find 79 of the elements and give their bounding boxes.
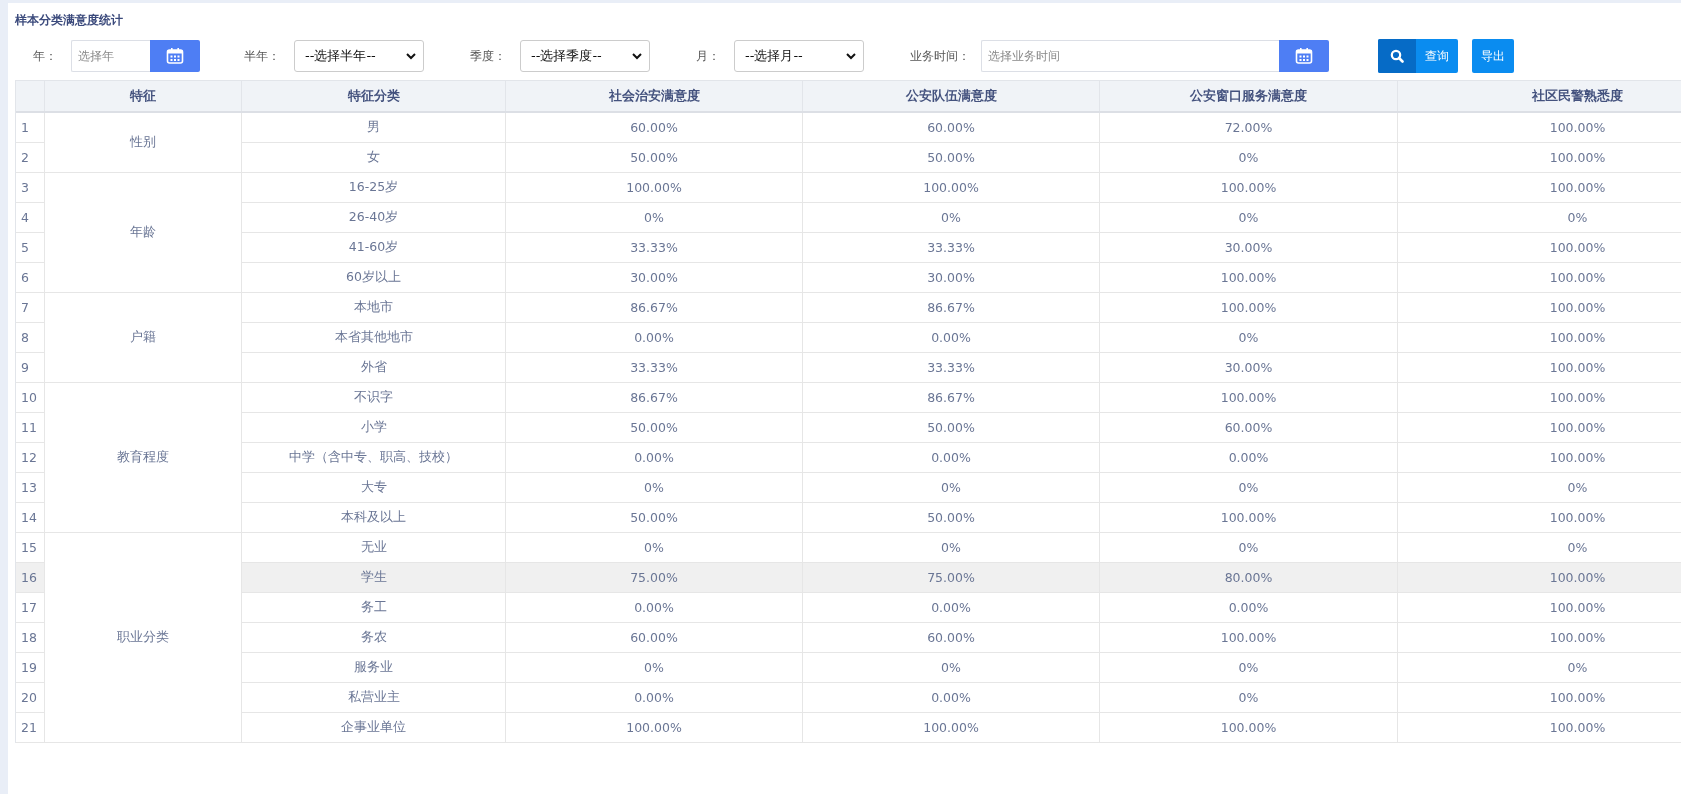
row-number: 18 <box>16 623 45 653</box>
row-number: 10 <box>16 383 45 413</box>
dropdown-field[interactable]: --选择季度-- <box>520 40 650 72</box>
table-row[interactable]: 26-40岁 0% 0% 0% 0% <box>242 203 1681 233</box>
row-number: 21 <box>16 713 45 743</box>
table-cell: 职业分类 <box>45 533 242 743</box>
row-number: 15 <box>16 533 45 563</box>
table-row[interactable]: 私营业主 0.00% 0.00% 0% 100.00% <box>242 683 1681 713</box>
filter-label: 季度： <box>470 47 506 65</box>
table-row[interactable]: 务工 0.00% 0.00% 0.00% 100.00% <box>242 593 1681 623</box>
table-cell: 年龄 <box>45 173 242 293</box>
table-row[interactable]: 60岁以上 30.00% 30.00% 100.00% 100.00% <box>242 263 1681 293</box>
column-header: 特征分类 <box>242 81 506 111</box>
row-number: 5 <box>16 233 45 263</box>
column-header: 社会治安满意度 <box>506 81 803 111</box>
filter-label: 业务时间： <box>910 47 970 65</box>
export-button[interactable]: 导出 <box>1472 39 1514 73</box>
row-number: 1 <box>16 113 45 143</box>
table-row[interactable]: 外省 33.33% 33.33% 30.00% 100.00% <box>242 353 1681 383</box>
table-row[interactable]: 服务业 0% 0% 0% 0% <box>242 653 1681 683</box>
table-cell: 100.00% <box>1100 713 1398 743</box>
row-number: 6 <box>16 263 45 293</box>
table-cell: 100.00% <box>803 713 1100 743</box>
row-number: 7 <box>16 293 45 323</box>
table-row[interactable]: 学生 75.00% 75.00% 80.00% 100.00% <box>242 563 1681 593</box>
filter-label: 半年： <box>244 47 280 65</box>
table-row[interactable]: 中学（含中专、职高、技校） 0.00% 0.00% 0.00% 100.00% <box>242 443 1681 473</box>
row-number: 12 <box>16 443 45 473</box>
row-number: 16 <box>16 563 45 593</box>
column-header: 社区民警熟悉度 <box>1398 81 1681 111</box>
table-row[interactable]: 16-25岁 100.00% 100.00% 100.00% 100.00% <box>242 173 1681 203</box>
dropdown-field[interactable]: --选择半年-- <box>294 40 424 72</box>
column-header: 特征 <box>45 81 242 111</box>
calendar-button[interactable] <box>150 40 200 72</box>
table-row[interactable]: 本省其他地市 0.00% 0.00% 0% 100.00% <box>242 323 1681 353</box>
table-row[interactable]: 小学 50.00% 50.00% 60.00% 100.00% <box>242 413 1681 443</box>
table-row[interactable]: 本地市 86.67% 86.67% 100.00% 100.00% <box>242 293 1681 323</box>
chevron-down-icon <box>406 52 416 60</box>
column-header: 公安窗口服务满意度 <box>1100 81 1398 111</box>
column-header: 公安队伍满意度 <box>803 81 1100 111</box>
calendar-icon <box>1295 47 1313 65</box>
table-row[interactable]: 不识字 86.67% 86.67% 100.00% 100.00% <box>242 383 1681 413</box>
calendar-icon <box>166 47 184 65</box>
row-number: 9 <box>16 353 45 383</box>
row-number: 11 <box>16 413 45 443</box>
row-number: 3 <box>16 173 45 203</box>
chevron-down-icon <box>632 52 642 60</box>
filter-label: 年： <box>33 47 57 65</box>
table-cell: 100.00% <box>1398 713 1681 743</box>
row-number: 17 <box>16 593 45 623</box>
table-row[interactable]: 务农 60.00% 60.00% 100.00% 100.00% <box>242 623 1681 653</box>
row-number: 4 <box>16 203 45 233</box>
search-icon <box>1390 49 1404 63</box>
chevron-down-icon <box>846 52 856 60</box>
table-row[interactable]: 本科及以上 50.00% 50.00% 100.00% 100.00% <box>242 503 1681 533</box>
page-title: 样本分类满意度统计 <box>15 12 124 29</box>
date-input[interactable]: 选择年 <box>71 40 150 72</box>
row-number: 19 <box>16 653 45 683</box>
row-number: 2 <box>16 143 45 173</box>
row-number: 8 <box>16 323 45 353</box>
table-row[interactable]: 无业 0% 0% 0% 0% <box>242 533 1681 563</box>
table-cell: 企事业单位 <box>242 713 506 743</box>
filter-label: 月： <box>696 47 720 65</box>
dropdown-field[interactable]: --选择月-- <box>734 40 864 72</box>
calendar-button[interactable] <box>1279 40 1329 72</box>
search-button[interactable]: 查询 <box>1378 39 1458 73</box>
row-number: 14 <box>16 503 45 533</box>
table-row[interactable]: 企事业单位 100.00% 100.00% 100.00% 100.00% <box>242 713 1681 743</box>
table-row[interactable]: 男 60.00% 60.00% 72.00% 100.00% <box>242 113 1681 143</box>
table-cell: 教育程度 <box>45 383 242 533</box>
table-cell: 性别 <box>45 113 242 173</box>
table-row[interactable]: 41-60岁 33.33% 33.33% 30.00% 100.00% <box>242 233 1681 263</box>
row-number: 13 <box>16 473 45 503</box>
table-cell: 100.00% <box>506 713 803 743</box>
date-input[interactable]: 选择业务时间 <box>981 40 1279 72</box>
table-cell: 户籍 <box>45 293 242 383</box>
table-row[interactable]: 女 50.00% 50.00% 0% 100.00% <box>242 143 1681 173</box>
table-row[interactable]: 大专 0% 0% 0% 0% <box>242 473 1681 503</box>
row-number: 20 <box>16 683 45 713</box>
